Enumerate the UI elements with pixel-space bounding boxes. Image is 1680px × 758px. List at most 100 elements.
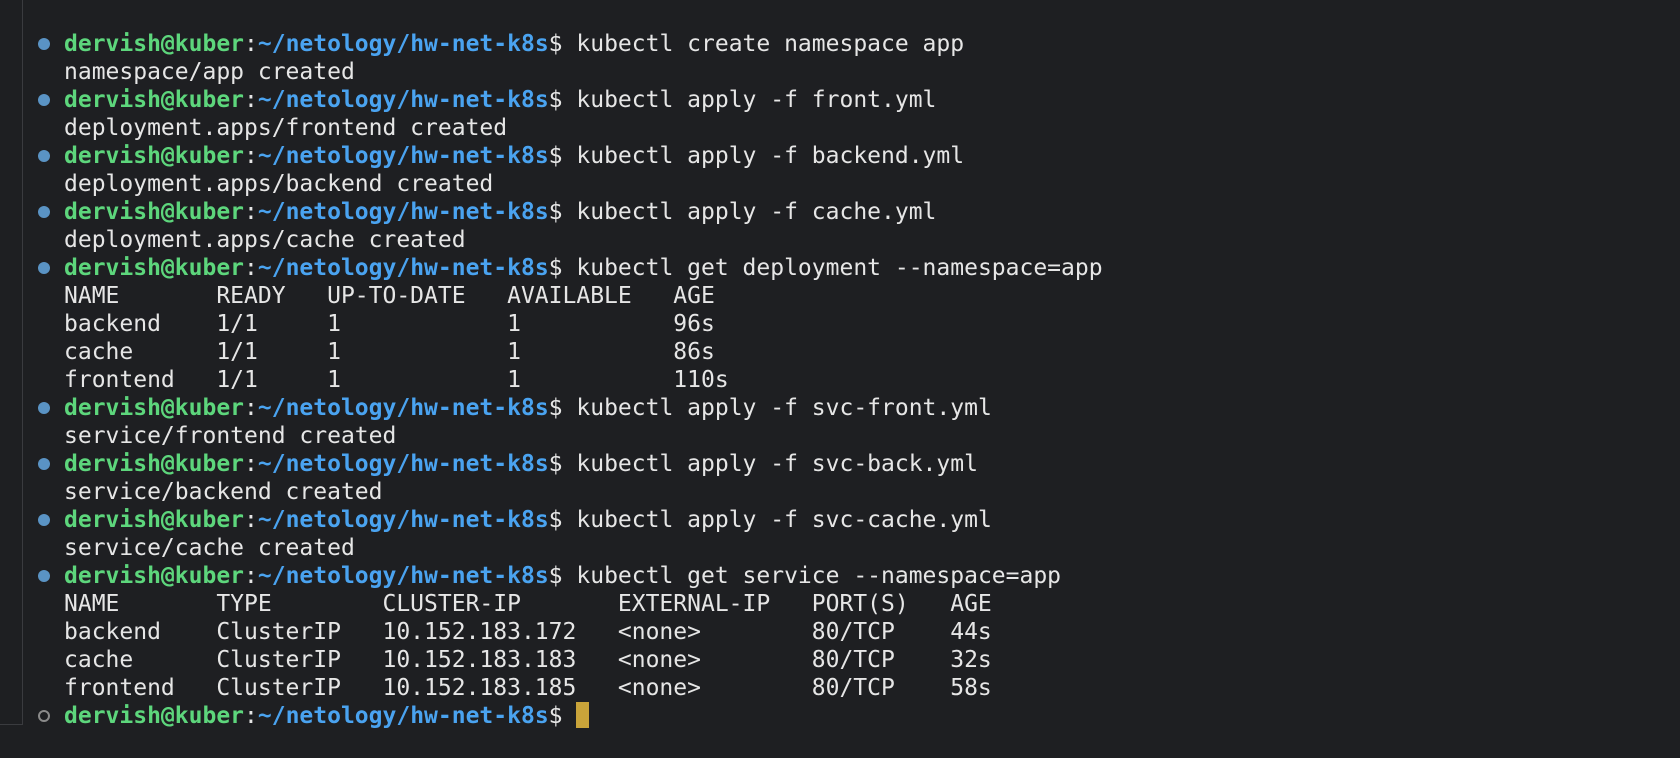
output-text: frontend ClusterIP 10.152.183.185 <none>… [64,675,992,701]
prompt-path: ~/netology/hw-net-k8s [257,703,549,729]
command-status-icon[interactable] [38,150,50,162]
prompt-user-host: dervish@kuber [64,255,245,281]
command-text: kubectl get deployment --namespace=app [576,255,1103,281]
output-line: NAME TYPE CLUSTER-IP EXTERNAL-IP PORT(S)… [36,590,1103,618]
output-line: service/backend created [36,478,1103,506]
prompt-path: ~/netology/hw-net-k8s [257,507,549,533]
prompt-user-host: dervish@kuber [64,563,245,589]
command-text: kubectl apply -f backend.yml [576,143,965,169]
output-text: backend ClusterIP 10.152.183.172 <none> … [64,619,992,645]
prompt-path: ~/netology/hw-net-k8s [257,451,549,477]
terminal-output[interactable]: dervish@kuber:~/netology/hw-net-k8s$ kub… [36,30,1103,730]
prompt-user-host: dervish@kuber [64,451,245,477]
output-line: cache 1/1 1 1 86s [36,338,1103,366]
output-line: cache ClusterIP 10.152.183.183 <none> 80… [36,646,1103,674]
output-line: backend 1/1 1 1 96s [36,310,1103,338]
output-line: backend ClusterIP 10.152.183.172 <none> … [36,618,1103,646]
prompt-sign: $ [548,451,577,477]
prompt-user-host: dervish@kuber [64,87,245,113]
command-text: kubectl create namespace app [576,31,965,57]
output-line: frontend ClusterIP 10.152.183.185 <none>… [36,674,1103,702]
prompt-line: dervish@kuber:~/netology/hw-net-k8s$ kub… [36,86,1103,114]
command-status-icon[interactable] [38,402,50,414]
output-line: deployment.apps/cache created [36,226,1103,254]
prompt-colon: : [244,31,258,57]
command-text: kubectl get service --namespace=app [576,563,1062,589]
prompt-user-host: dervish@kuber [64,199,245,225]
command-text: kubectl apply -f svc-front.yml [576,395,992,421]
output-line: NAME READY UP-TO-DATE AVAILABLE AGE [36,282,1103,310]
command-text: kubectl apply -f front.yml [576,87,937,113]
output-text: service/backend created [64,479,383,505]
output-line: deployment.apps/frontend created [36,114,1103,142]
prompt-sign: $ [548,395,577,421]
command-pending-icon[interactable] [38,710,50,722]
prompt-line: dervish@kuber:~/netology/hw-net-k8s$ kub… [36,30,1103,58]
output-text: deployment.apps/frontend created [64,115,508,141]
command-status-icon[interactable] [38,94,50,106]
prompt-colon: : [244,563,258,589]
prompt-path: ~/netology/hw-net-k8s [257,31,549,57]
prompt-sign: $ [548,143,577,169]
prompt-line: dervish@kuber:~/netology/hw-net-k8s$ kub… [36,142,1103,170]
command-status-icon[interactable] [38,262,50,274]
command-text: kubectl apply -f cache.yml [576,199,937,225]
output-line: namespace/app created [36,58,1103,86]
prompt-colon: : [244,199,258,225]
prompt-colon: : [244,255,258,281]
prompt-line: dervish@kuber:~/netology/hw-net-k8s$ kub… [36,198,1103,226]
terminal-window[interactable]: dervish@kuber:~/netology/hw-net-k8s$ kub… [0,0,1680,758]
prompt-sign: $ [548,199,577,225]
prompt-line: dervish@kuber:~/netology/hw-net-k8s$ [36,702,1103,730]
prompt-line: dervish@kuber:~/netology/hw-net-k8s$ kub… [36,394,1103,422]
output-text: frontend 1/1 1 1 110s [64,367,729,393]
text-cursor[interactable] [576,702,590,728]
prompt-colon: : [244,507,258,533]
output-text: cache 1/1 1 1 86s [64,339,715,365]
prompt-line: dervish@kuber:~/netology/hw-net-k8s$ kub… [36,506,1103,534]
prompt-sign: $ [548,703,577,729]
prompt-sign: $ [548,507,577,533]
prompt-sign: $ [548,31,577,57]
output-line: service/frontend created [36,422,1103,450]
prompt-colon: : [244,703,258,729]
prompt-line: dervish@kuber:~/netology/hw-net-k8s$ kub… [36,562,1103,590]
gutter-divider [0,0,23,724]
prompt-path: ~/netology/hw-net-k8s [257,563,549,589]
command-status-icon[interactable] [38,458,50,470]
prompt-user-host: dervish@kuber [64,143,245,169]
prompt-sign: $ [548,563,577,589]
prompt-sign: $ [548,87,577,113]
command-status-icon[interactable] [38,206,50,218]
output-line: deployment.apps/backend created [36,170,1103,198]
prompt-user-host: dervish@kuber [64,507,245,533]
prompt-user-host: dervish@kuber [64,703,245,729]
output-text: NAME TYPE CLUSTER-IP EXTERNAL-IP PORT(S)… [64,591,992,617]
output-text: service/cache created [64,535,355,561]
prompt-colon: : [244,451,258,477]
output-text: backend 1/1 1 1 96s [64,311,715,337]
output-text: cache ClusterIP 10.152.183.183 <none> 80… [64,647,992,673]
output-line: service/cache created [36,534,1103,562]
prompt-line: dervish@kuber:~/netology/hw-net-k8s$ kub… [36,450,1103,478]
prompt-user-host: dervish@kuber [64,31,245,57]
output-text: service/frontend created [64,423,397,449]
prompt-path: ~/netology/hw-net-k8s [257,395,549,421]
prompt-colon: : [244,143,258,169]
command-status-icon[interactable] [38,38,50,50]
output-text: deployment.apps/cache created [64,227,466,253]
prompt-path: ~/netology/hw-net-k8s [257,199,549,225]
command-status-icon[interactable] [38,514,50,526]
prompt-user-host: dervish@kuber [64,395,245,421]
prompt-path: ~/netology/hw-net-k8s [257,87,549,113]
prompt-colon: : [244,395,258,421]
command-status-icon[interactable] [38,570,50,582]
prompt-colon: : [244,87,258,113]
output-text: NAME READY UP-TO-DATE AVAILABLE AGE [64,283,715,309]
prompt-path: ~/netology/hw-net-k8s [257,143,549,169]
output-text: deployment.apps/backend created [64,171,494,197]
prompt-sign: $ [548,255,577,281]
output-line: frontend 1/1 1 1 110s [36,366,1103,394]
command-text: kubectl apply -f svc-back.yml [576,451,978,477]
output-text: namespace/app created [64,59,355,85]
